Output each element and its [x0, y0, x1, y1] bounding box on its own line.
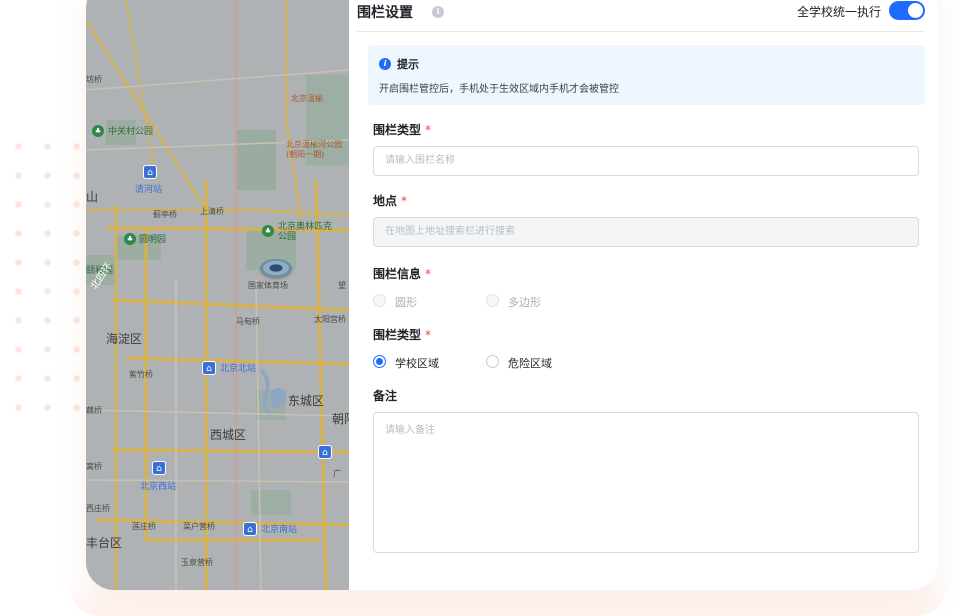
map-label-caihuyingqiao: 菜户营桥 [183, 522, 215, 531]
map-label-zizhuqiao: 紫竹桥 [129, 370, 153, 379]
location-label-text: 地点 [373, 194, 398, 208]
required-mark: * [425, 328, 432, 342]
location-input[interactable]: 在地图上地址搜索栏进行搜索 [373, 217, 919, 247]
radio-label: 危险区域 [508, 357, 552, 370]
map-label-yuquanyingqiao: 玉泉营桥 [181, 558, 213, 567]
fence-info-label: 围栏信息 * [373, 265, 431, 282]
map-label-guang: 广 [333, 469, 341, 478]
map-label-woqiao: 窝桥 [86, 462, 102, 471]
map-label-national-stadium: 国家体育场 [248, 281, 288, 290]
required-mark: * [425, 267, 432, 281]
page-title: 围栏设置 [357, 5, 413, 21]
required-mark: * [401, 194, 408, 208]
map-label-yuanmingyuan: 圆明园 [139, 235, 167, 245]
map-label-dongcheng: 东城区 [288, 394, 325, 408]
radio-circle-selected [373, 355, 386, 368]
station-icon: ⌂ [243, 522, 257, 536]
remark-textarea[interactable]: 请输入备注 [373, 412, 919, 553]
park-icon: ♣ [92, 125, 104, 137]
fence-type-label-text: 围栏类型 [373, 328, 422, 342]
map-label-haidian: 海淀区 [106, 332, 143, 346]
map-label-lianzhuangqiao: 莲庄桥 [132, 522, 156, 531]
remark-label-text: 备注 [373, 389, 398, 403]
map-label-shan: 山 [86, 190, 99, 204]
radio-label: 多边形 [508, 296, 541, 309]
location-label: 地点 * [373, 192, 407, 209]
radio-label: 圆形 [395, 296, 417, 309]
map-label-ouqiao: 藕桥 [86, 406, 102, 415]
station-icon: ⌂ [318, 445, 332, 459]
radio-circle [486, 294, 499, 307]
map-roads [86, 0, 349, 590]
station-icon: ⌂ [143, 165, 157, 179]
map-label-zhongguancun-park: 中关村公园 [108, 127, 154, 137]
radio-circle [486, 355, 499, 368]
map-label-fangqiao: 坊桥 [86, 75, 102, 84]
fence-name-label: 围栏类型 * [373, 121, 431, 138]
tip-box: i 提示 开启围栏管控后，手机处于生效区域内手机才会被管控 [368, 45, 925, 105]
fence-name-label-text: 围栏类型 [373, 123, 422, 137]
required-mark: * [425, 123, 432, 137]
fence-info-label-text: 围栏信息 [373, 267, 422, 281]
info-filled-icon: i [379, 58, 391, 70]
fence-settings-card: ♣ 中关村公园 ⌂ 清河站 坊桥 山 蓟亭桥 上清桥 ♣ 圆明园 ♣ 北京奥林匹… [86, 0, 938, 590]
map-label-jitingqiao: 蓟亭桥 [153, 210, 177, 219]
map-label-chaoyang: 朝阳 [332, 412, 349, 426]
station-icon: ⌂ [202, 361, 216, 375]
map-label-beijing-west: 北京西站 [140, 482, 177, 492]
map-label-fengtai: 丰台区 [86, 536, 123, 550]
map-label-xicheng: 西城区 [210, 428, 247, 442]
decorative-dot-grid [0, 128, 90, 418]
info-icon[interactable]: i [432, 6, 444, 18]
map-label-wang: 望 [338, 281, 346, 290]
form-header: 围栏设置 i 全学校统一执行 [357, 0, 925, 32]
park-icon: ♣ [124, 233, 136, 245]
map-label-shangqingqiao: 上清桥 [200, 207, 224, 216]
map-label-beijing-north: 北京北站 [220, 364, 257, 374]
map-label-wenyu: 北京温榆 [291, 94, 323, 103]
fence-form-panel: 围栏设置 i 全学校统一执行 i 提示 开启围栏管控后，手机处于生效区域内手机才… [349, 0, 938, 590]
radio-label: 学校区域 [395, 357, 439, 370]
fence-type-label: 围栏类型 * [373, 326, 431, 343]
global-toggle-switch[interactable] [889, 1, 925, 20]
map-label-olympic-park: 北京奥林匹克公园 [278, 222, 333, 242]
tip-title: 提示 [397, 58, 419, 71]
map-label-beijing-south: 北京南站 [261, 525, 298, 535]
map-label-taiyanggongqiao: 太阳宫桥 [314, 315, 346, 324]
map-label-wenyu-park: 北京温榆河公园(朝阳一期) [286, 140, 342, 159]
tip-text: 开启围栏管控后，手机处于生效区域内手机才会被管控 [379, 84, 619, 95]
map-label-xizhuangqiao: 西庄桥 [86, 504, 110, 513]
map-label-qinghe-station: 清河站 [135, 185, 163, 195]
map-panel[interactable]: ♣ 中关村公园 ⌂ 清河站 坊桥 山 蓟亭桥 上清桥 ♣ 圆明园 ♣ 北京奥林匹… [86, 0, 349, 590]
park-icon: ♣ [262, 225, 274, 237]
station-icon: ⌂ [152, 461, 166, 475]
radio-circle [373, 294, 386, 307]
remark-label: 备注 [373, 387, 397, 404]
stadium-icon [260, 259, 292, 277]
map-label-madianqiao: 马甸桥 [236, 317, 260, 326]
global-toggle-label: 全学校统一执行 [796, 5, 881, 19]
fence-name-input[interactable]: 请输入围栏名称 [373, 146, 919, 176]
toggle-knob [908, 3, 923, 18]
